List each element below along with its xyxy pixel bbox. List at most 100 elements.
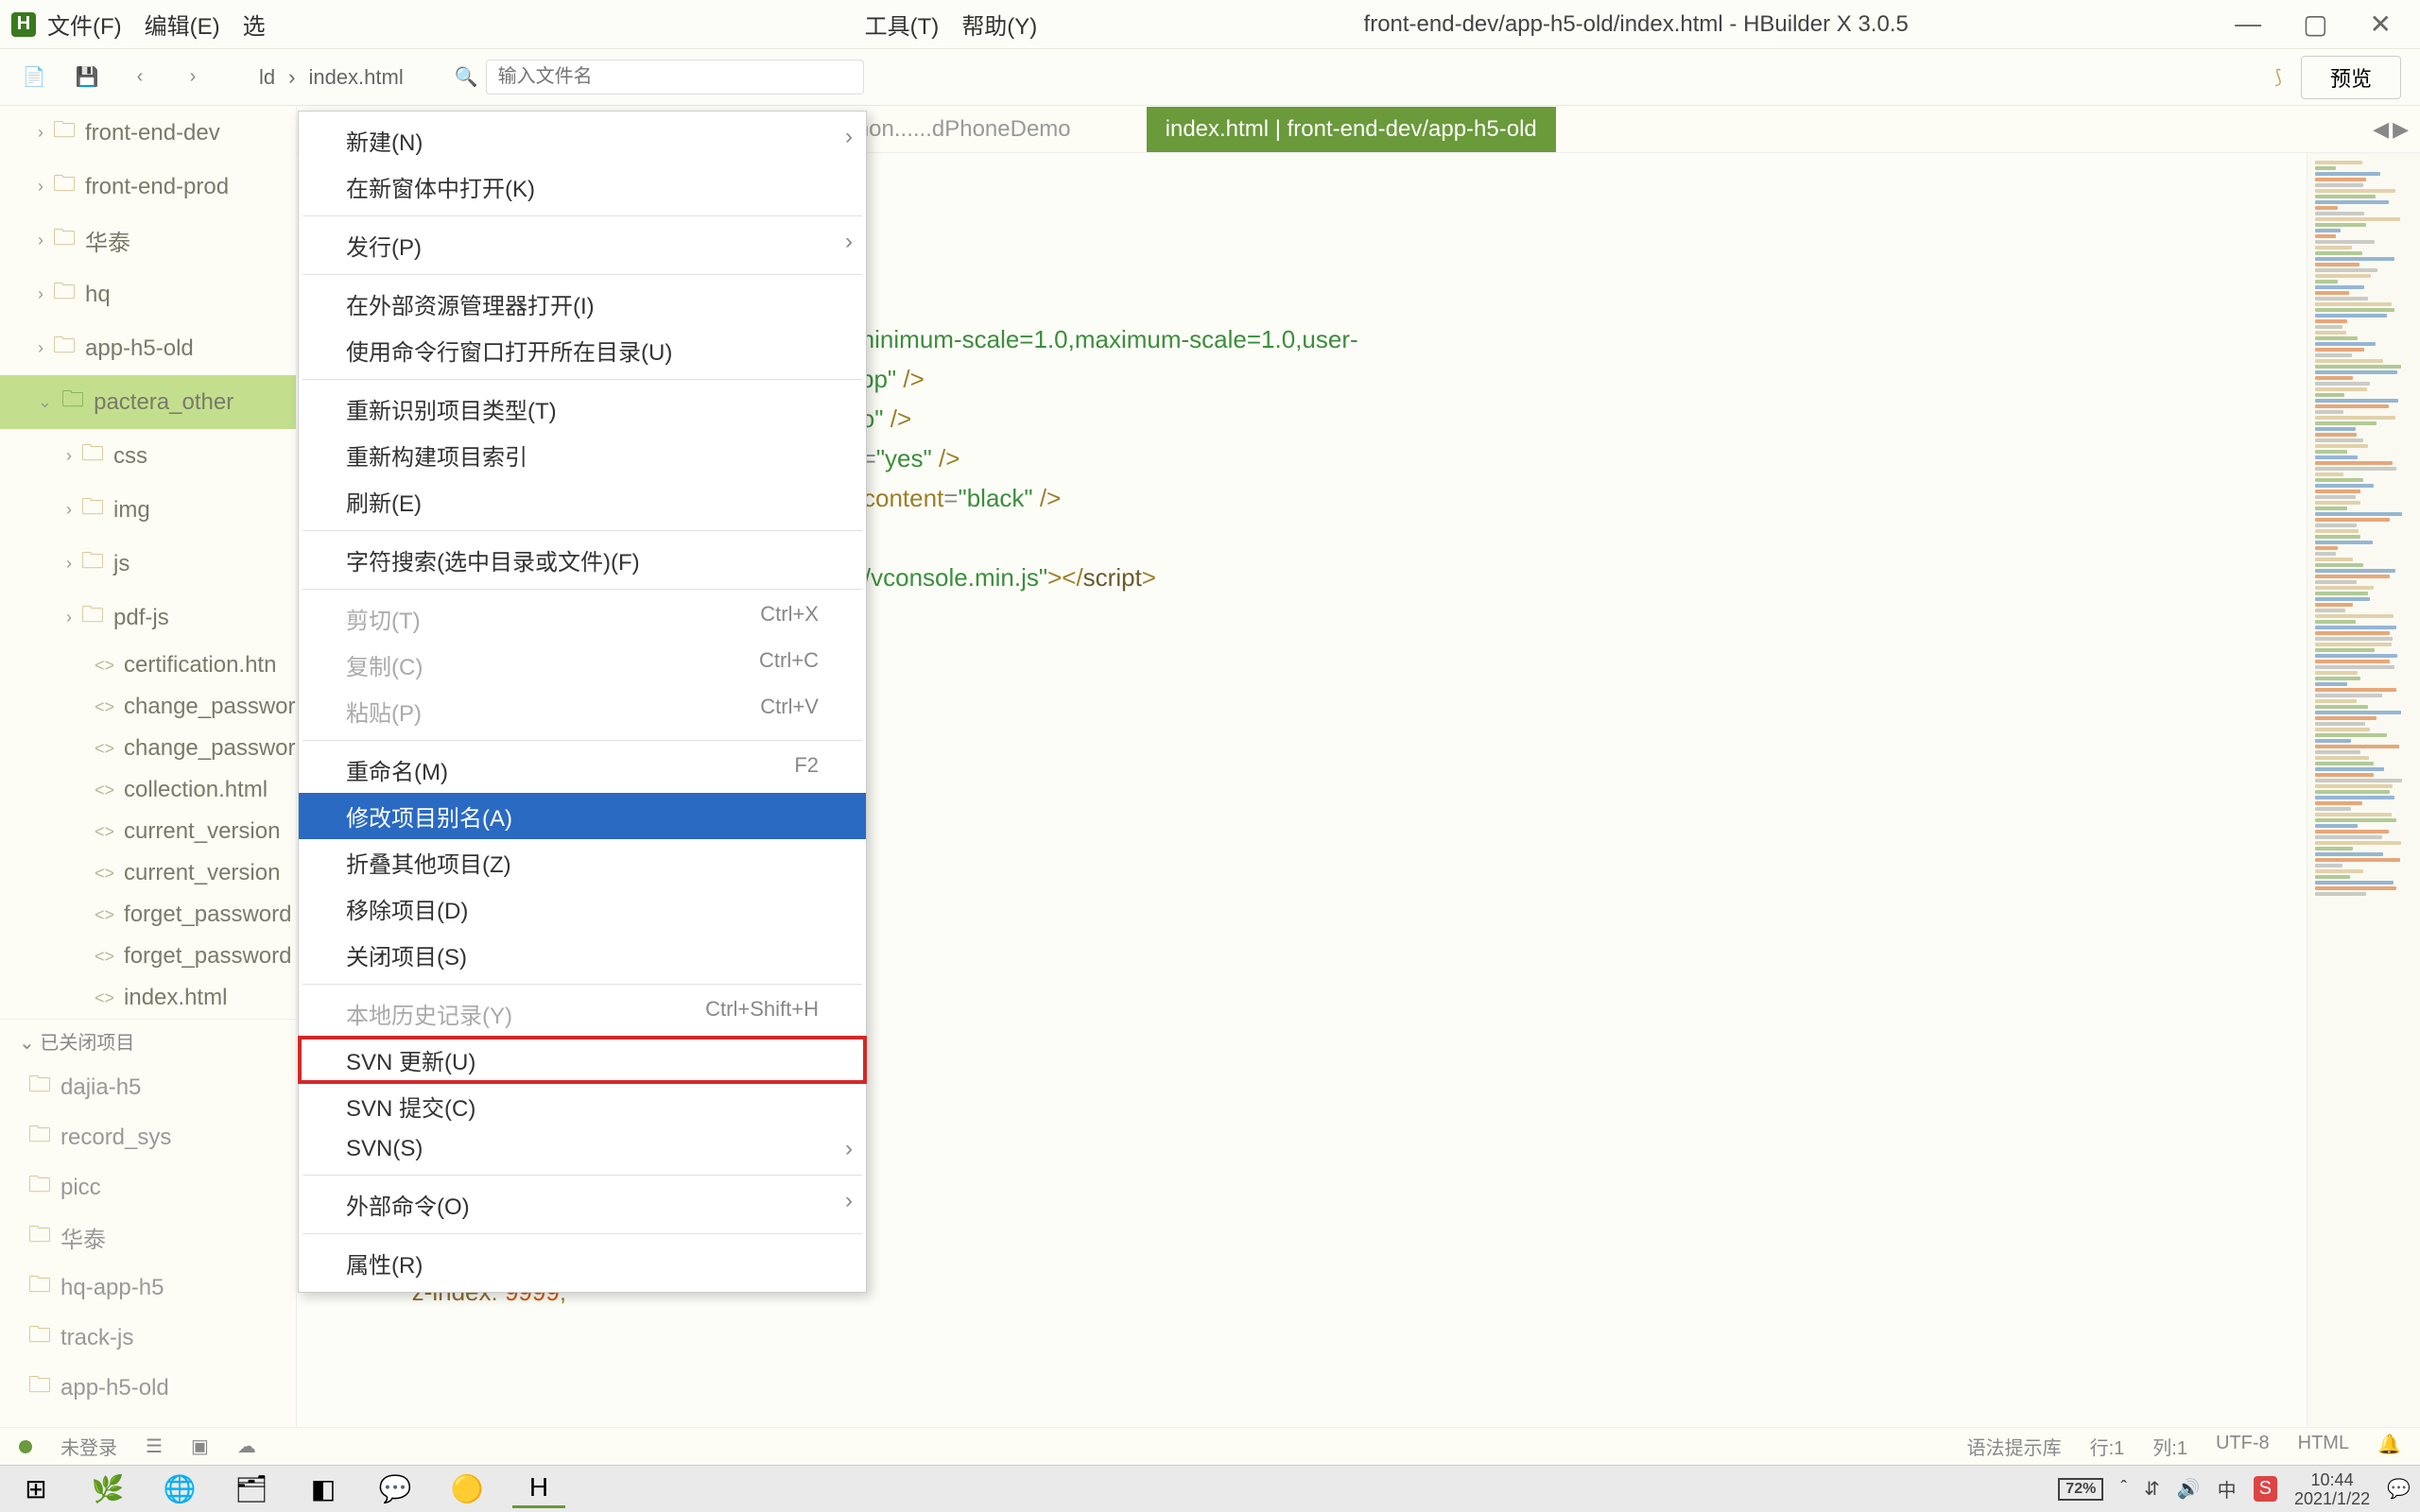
menu-select-truncated[interactable]: 选 [243, 8, 266, 41]
language-mode[interactable]: HTML [2298, 1433, 2349, 1460]
context-menu-item[interactable]: 属性(R) [299, 1240, 866, 1286]
menu-label: 本地历史记录(Y) [346, 997, 512, 1030]
ime-icon[interactable]: S [2254, 1476, 2277, 1502]
battery-indicator[interactable]: 72% [2058, 1478, 2103, 1501]
tray-up-icon[interactable]: ˆ [2120, 1478, 2127, 1500]
tab-scroll-left-icon[interactable]: ◀ [2373, 117, 2389, 142]
save-icon[interactable]: 💾 [72, 62, 102, 93]
context-menu-item[interactable]: 刷新(E) [299, 478, 866, 524]
context-menu-item[interactable]: 移除项目(D) [299, 885, 866, 932]
menu-file[interactable]: 文件(F) [47, 8, 122, 41]
menu-edit[interactable]: 编辑(E) [145, 8, 220, 41]
tab-scroll-right-icon[interactable]: ▶ [2393, 117, 2409, 142]
project-folder[interactable]: ›🗀front-end-prod [0, 160, 296, 214]
menu-label: 发行(P) [346, 229, 422, 262]
context-menu-item[interactable]: 在外部资源管理器打开(I) [299, 281, 866, 327]
context-menu-item[interactable]: SVN(S)› [299, 1129, 866, 1169]
context-menu-item[interactable]: 关闭项目(S) [299, 932, 866, 978]
file-item[interactable]: <>change_passwor [0, 686, 296, 728]
context-menu-item[interactable]: 外部命令(O)› [299, 1181, 866, 1228]
tab-file-active[interactable]: index.html | front-end-dev/app-h5-old [1147, 107, 1556, 152]
app-icon-1[interactable]: 🌿 [81, 1470, 134, 1508]
context-menu-item[interactable]: SVN 提交(C) [299, 1083, 866, 1129]
clock-time: 10:44 [2311, 1470, 2354, 1489]
closed-project-item[interactable]: 🗀picc [0, 1162, 296, 1212]
chrome-icon[interactable]: 🌐 [153, 1470, 206, 1508]
file-item[interactable]: <>forget_password [0, 936, 296, 977]
file-item[interactable]: <>current_version [0, 852, 296, 894]
language-indicator[interactable]: 中 [2218, 1475, 2237, 1503]
context-menu-item[interactable]: 重命名(M)F2 [299, 747, 866, 793]
file-label: forget_password [124, 902, 291, 928]
nav-back-icon[interactable]: ‹ [125, 62, 155, 93]
file-item[interactable]: <>change_passwor [0, 728, 296, 769]
context-menu-item[interactable]: 重新构建项目索引 [299, 432, 866, 478]
chevron-icon: › [66, 554, 72, 574]
context-menu-item[interactable]: 使用命令行窗口打开所在目录(U) [299, 327, 866, 373]
context-menu-item[interactable]: 新建(N)› [299, 117, 866, 163]
preview-button[interactable]: 预览 [2301, 56, 2401, 99]
encoding[interactable]: UTF-8 [2216, 1433, 2270, 1460]
menu-tools[interactable]: 工具(T) [865, 8, 940, 41]
subfolder[interactable]: ›🗀css [0, 429, 296, 483]
context-menu-item[interactable]: 修改项目别名(A) [299, 793, 866, 839]
titlebar: H 文件(F) 编辑(E) 选 工具(T) 帮助(Y) front-end-de… [0, 0, 2420, 49]
menu-help[interactable]: 帮助(Y) [961, 8, 1037, 41]
start-icon[interactable]: ⊞ [9, 1470, 62, 1508]
new-file-icon[interactable]: 📄 [19, 62, 49, 93]
breadcrumb-segment[interactable]: index.html [308, 65, 403, 90]
menu-label: 折叠其他项目(Z) [346, 846, 511, 879]
context-menu-item[interactable]: 在新窗体中打开(K) [299, 163, 866, 210]
login-status[interactable]: 未登录 [60, 1433, 117, 1460]
closed-project-item[interactable]: 🗀hq-app-h5 [0, 1263, 296, 1313]
subfolder[interactable]: ›🗀js [0, 537, 296, 591]
network-icon[interactable]: ⇵ [2144, 1477, 2160, 1501]
nav-forward-icon[interactable]: › [178, 62, 208, 93]
minimize-icon[interactable]: — [2235, 9, 2261, 40]
close-icon[interactable]: ✕ [2370, 9, 2392, 40]
context-menu-item[interactable]: 发行(P)› [299, 222, 866, 268]
context-menu-item[interactable]: 字符搜索(选中目录或文件)(F) [299, 537, 866, 583]
explorer-icon[interactable]: 🗂 [225, 1470, 278, 1508]
file-item[interactable]: <>current_version [0, 811, 296, 852]
closed-project-item[interactable]: 🗀record_sys [0, 1112, 296, 1162]
subfolder[interactable]: ›🗀img [0, 483, 296, 537]
subfolder[interactable]: ›🗀pdf-js [0, 591, 296, 644]
file-item[interactable]: <>collection.html [0, 769, 296, 811]
closed-project-item[interactable]: 🗀华泰 [0, 1212, 296, 1263]
clock[interactable]: 10:44 2021/1/22 [2294, 1470, 2370, 1508]
notification-icon[interactable]: 🔔 [2377, 1433, 2401, 1460]
file-item[interactable]: <>forget_password [0, 894, 296, 936]
app-icon-2[interactable]: ◧ [297, 1470, 350, 1508]
project-folder[interactable]: ›🗀华泰 [0, 214, 296, 267]
context-menu-item[interactable]: 重新识别项目类型(T) [299, 386, 866, 432]
closed-project-item[interactable]: 🗀dajia-h5 [0, 1062, 296, 1112]
project-folder[interactable]: ⌄🗀pactera_other [0, 375, 296, 429]
breadcrumb[interactable]: ld › index.html [259, 65, 404, 90]
file-item[interactable]: <>index.html [0, 977, 296, 1019]
filter-icon[interactable]: ⟆ [2274, 65, 2282, 89]
file-item[interactable]: <>certification.htn [0, 644, 296, 686]
wechat-icon[interactable]: 💬 [369, 1470, 422, 1508]
project-folder[interactable]: ›🗀hq [0, 267, 296, 321]
syntax-library[interactable]: 语法提示库 [1967, 1433, 2062, 1460]
closed-project-item[interactable]: 🗀track-js [0, 1313, 296, 1363]
breadcrumb-segment[interactable]: ld [259, 65, 275, 90]
closed-project-item[interactable]: 🗀app-h5-old [0, 1363, 296, 1413]
app-icon-3[interactable]: 🟡 [441, 1470, 493, 1508]
hbuilder-icon[interactable]: H [512, 1470, 565, 1508]
maximize-icon[interactable]: ▢ [2303, 9, 2327, 40]
context-menu-item[interactable]: 折叠其他项目(Z) [299, 839, 866, 885]
search-icon[interactable]: 🔍 [455, 65, 478, 89]
closed-projects-header[interactable]: ⌄ 已关闭项目 [0, 1019, 296, 1062]
cloud-icon[interactable]: ☁ [237, 1435, 256, 1458]
volume-icon[interactable]: 🔊 [2177, 1477, 2201, 1501]
notifications-icon[interactable]: 💬 [2387, 1477, 2411, 1501]
context-menu-item[interactable]: SVN 更新(U) [299, 1037, 866, 1083]
search-input[interactable] [486, 60, 864, 94]
terminal-icon[interactable]: ▣ [191, 1435, 209, 1458]
project-folder[interactable]: ›🗀app-h5-old [0, 321, 296, 375]
minimap[interactable] [2307, 153, 2420, 1427]
project-folder[interactable]: ›🗀front-end-dev [0, 106, 296, 160]
view-icon[interactable]: ☰ [146, 1435, 163, 1458]
